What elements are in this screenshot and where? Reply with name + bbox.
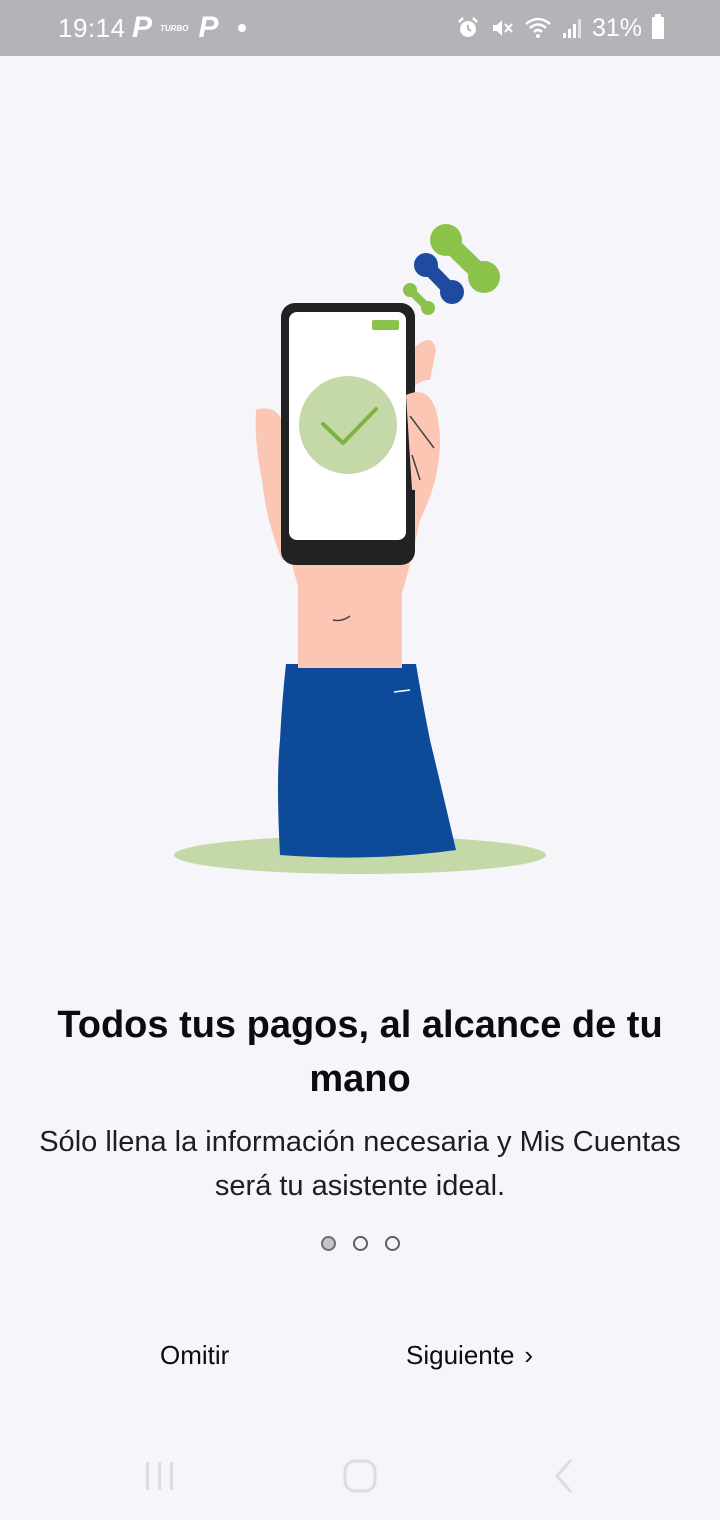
check-circle — [299, 376, 397, 474]
alarm-icon — [458, 17, 478, 37]
page-dot-1[interactable] — [320, 1236, 336, 1251]
onboarding-description: Sólo llena la información necesaria y Mi… — [39, 1126, 681, 1202]
notification-dot — [238, 24, 247, 32]
onboarding-illustration — [174, 224, 546, 874]
sleeve — [278, 664, 456, 858]
mute-icon — [492, 20, 513, 36]
brand-logo-icon — [403, 224, 500, 315]
recents-icon[interactable] — [130, 1450, 190, 1502]
next-button-label: Siguiente — [406, 1340, 515, 1370]
wifi-icon — [525, 17, 551, 38]
status-bar: 19:14 P TURBO P 31% — [0, 0, 720, 56]
next-button[interactable]: Siguiente › — [406, 1340, 533, 1371]
back-icon[interactable] — [535, 1450, 595, 1502]
battery-percent: 31% — [591, 13, 642, 42]
chevron-right-icon: › — [524, 1340, 534, 1370]
signal-icon — [562, 19, 581, 38]
status-time: 19:14 — [58, 13, 126, 43]
battery-icon — [652, 14, 664, 39]
home-icon[interactable] — [330, 1450, 390, 1502]
status-left-icons: P TURBO P — [132, 11, 247, 44]
navigation-bar — [0, 1430, 720, 1520]
skip-button[interactable]: Omitir — [160, 1340, 229, 1371]
onboarding-title: Todos tus pagos, al alcance de tu mano — [57, 1004, 663, 1100]
turbo-icon: TURBO — [160, 23, 189, 33]
page-indicator — [0, 1236, 720, 1251]
page-dot-3[interactable] — [384, 1236, 400, 1251]
status-right-icons: 31% — [456, 14, 664, 42]
p-app-icon: P — [132, 11, 153, 44]
page-dot-2[interactable] — [352, 1236, 368, 1251]
p-app-icon: P — [198, 11, 219, 44]
